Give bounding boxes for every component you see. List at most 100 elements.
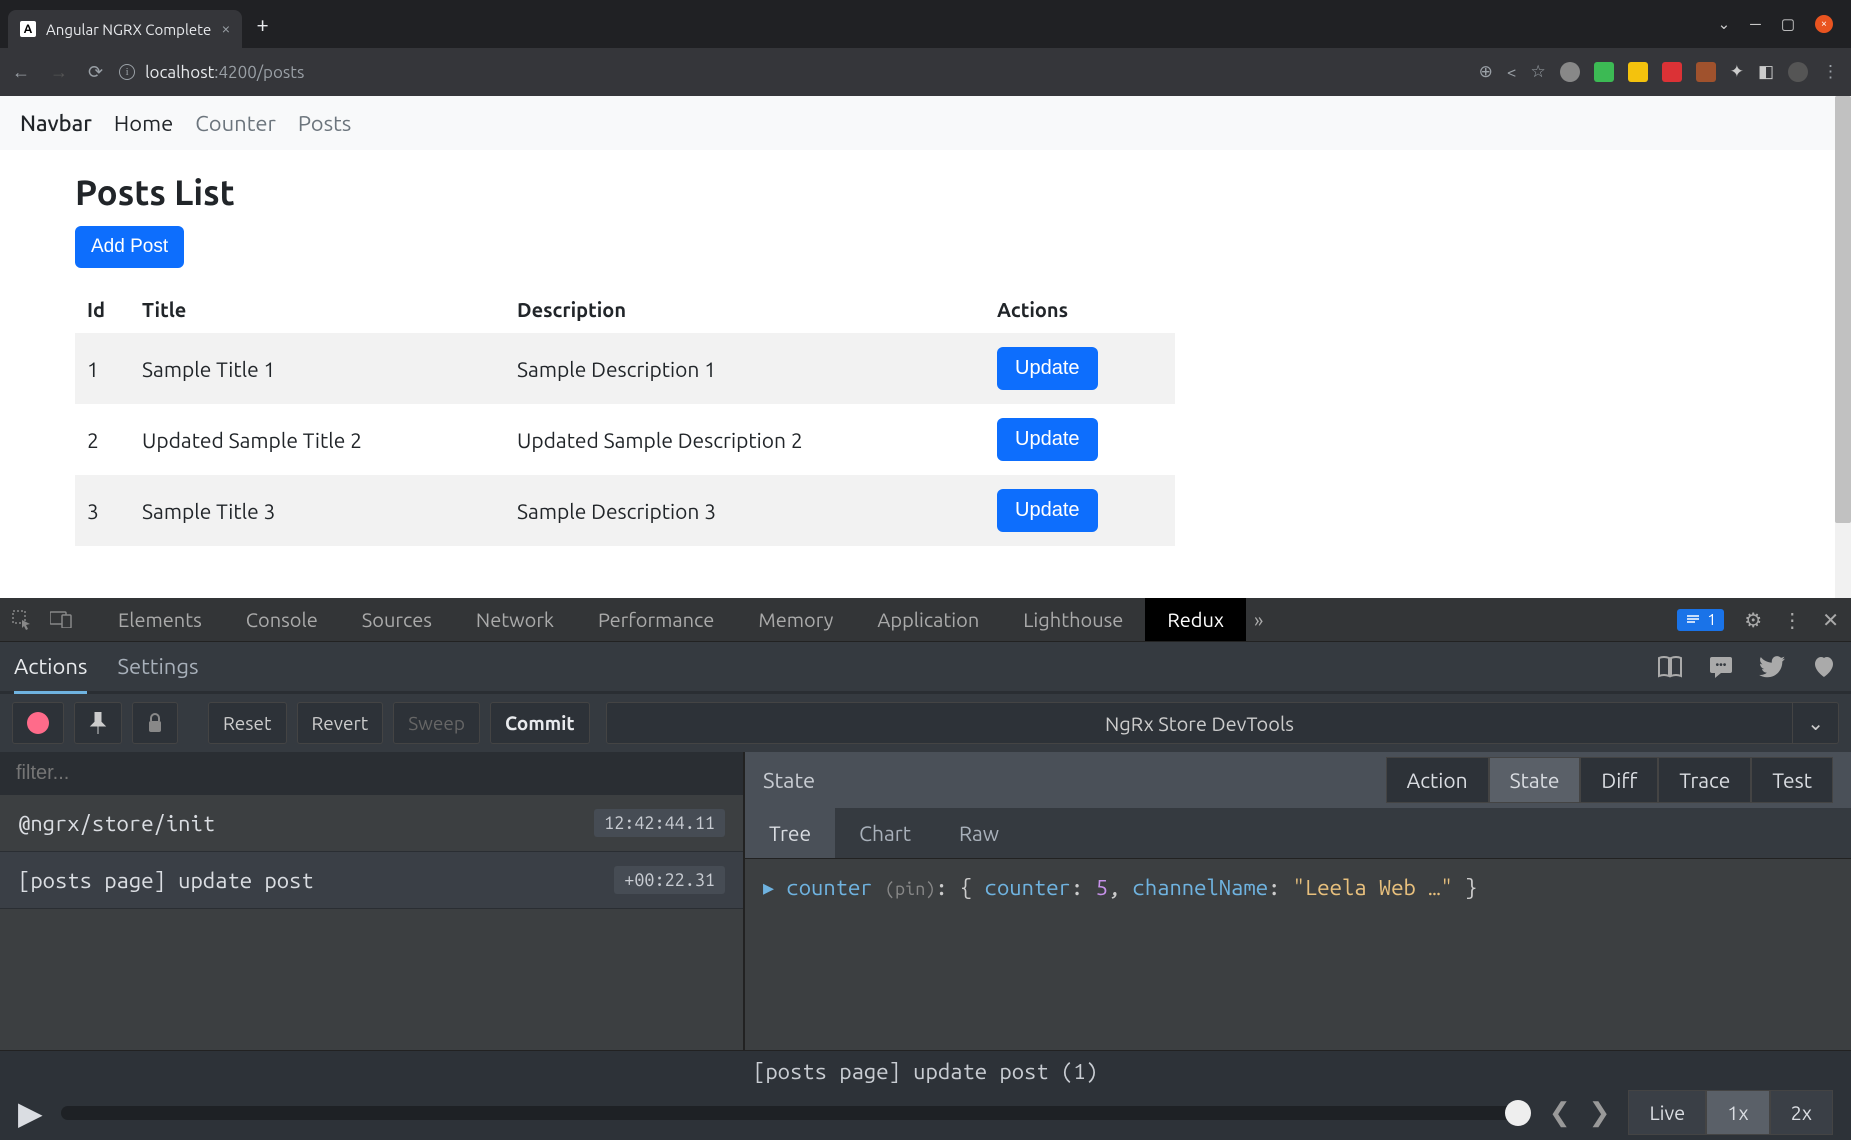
view-tab-trace[interactable]: Trace: [1658, 757, 1751, 803]
cell-description: Sample Description 1: [505, 333, 985, 404]
action-row[interactable]: [posts page] update post +00:22.31: [0, 852, 743, 909]
extension-icon-3[interactable]: [1628, 62, 1648, 82]
record-button[interactable]: [12, 702, 64, 744]
twitter-icon[interactable]: [1759, 656, 1785, 678]
url-host: localhost: [145, 63, 214, 82]
play-button[interactable]: ▶: [18, 1094, 43, 1132]
feedback-icon[interactable]: •••: [1709, 656, 1733, 678]
sub-tab-raw[interactable]: Raw: [935, 808, 1023, 858]
sub-tab-chart[interactable]: Chart: [835, 808, 935, 858]
extension-icon-4[interactable]: [1662, 62, 1682, 82]
th-title: Title: [130, 286, 505, 333]
devtools-menu-icon[interactable]: ⋮: [1782, 608, 1802, 632]
state-title: State: [763, 768, 815, 793]
devtools-tab-console[interactable]: Console: [224, 598, 340, 641]
devtools-tab-redux[interactable]: Redux: [1145, 598, 1246, 641]
profile-avatar[interactable]: [1788, 62, 1808, 82]
nav-link-counter[interactable]: Counter: [195, 111, 276, 136]
devtools-tab-network[interactable]: Network: [454, 598, 576, 641]
view-tab-test[interactable]: Test: [1751, 757, 1833, 803]
nav-link-posts[interactable]: Posts: [298, 111, 352, 136]
speed-1x[interactable]: 1x: [1706, 1090, 1769, 1135]
action-time: 12:42:44.11: [594, 809, 725, 837]
inspect-icon[interactable]: [12, 610, 32, 630]
view-tab-diff[interactable]: Diff: [1580, 757, 1658, 803]
slider-label: [posts page] update post (1): [0, 1051, 1851, 1084]
site-info-icon[interactable]: i: [119, 64, 135, 80]
devtools-tab-performance[interactable]: Performance: [576, 598, 736, 641]
page-title: Posts List: [75, 172, 1776, 212]
state-tree[interactable]: ▸ counter (pin): { counter: 5, channelNa…: [745, 858, 1851, 917]
tree-key: counter: [786, 875, 872, 900]
cell-title: Sample Title 1: [130, 333, 505, 404]
action-name: @ngrx/store/init: [18, 811, 215, 836]
lock-button[interactable]: [132, 702, 178, 744]
reload-icon[interactable]: ⟳: [88, 62, 103, 83]
reset-button[interactable]: Reset: [208, 702, 287, 744]
devtools-more-tabs[interactable]: »: [1254, 608, 1263, 631]
extension-icon-5[interactable]: [1696, 62, 1716, 82]
maximize-icon[interactable]: ▢: [1781, 15, 1795, 33]
commit-button[interactable]: Commit: [490, 702, 590, 744]
revert-button[interactable]: Revert: [297, 702, 384, 744]
app-navbar: Navbar Home Counter Posts: [0, 96, 1851, 150]
device-toggle-icon[interactable]: [50, 610, 72, 630]
devtools-tab-lighthouse[interactable]: Lighthouse: [1001, 598, 1145, 641]
speed-2x[interactable]: 2x: [1770, 1090, 1833, 1135]
issues-badge[interactable]: 1: [1677, 609, 1724, 631]
speed-live[interactable]: Live: [1628, 1090, 1706, 1135]
extension-icon-1[interactable]: [1560, 62, 1580, 82]
browser-tab[interactable]: A Angular NGRX Complete ×: [8, 10, 242, 48]
devtools: ElementsConsoleSourcesNetworkPerformance…: [0, 598, 1851, 1140]
docs-icon[interactable]: [1657, 656, 1683, 678]
window-controls: ⌄ ─ ▢ ×: [1718, 15, 1843, 33]
add-post-button[interactable]: Add Post: [75, 226, 184, 268]
minimize-icon[interactable]: ─: [1750, 15, 1761, 33]
slider-thumb[interactable]: [1505, 1100, 1531, 1126]
url-box[interactable]: i localhost:4200/posts: [119, 63, 304, 82]
step-back-icon[interactable]: ❮: [1549, 1097, 1571, 1128]
sweep-button[interactable]: Sweep: [393, 702, 480, 744]
menu-icon[interactable]: ⋮: [1822, 62, 1839, 82]
panel-icon[interactable]: ◧: [1758, 62, 1774, 82]
pin-label[interactable]: (pin): [885, 879, 935, 899]
nav-link-home[interactable]: Home: [114, 111, 173, 136]
devtools-tab-sources[interactable]: Sources: [340, 598, 454, 641]
pin-button[interactable]: [74, 702, 122, 744]
sub-tab-tree[interactable]: Tree: [745, 808, 835, 858]
redux-tab-actions[interactable]: Actions: [14, 642, 87, 694]
settings-icon[interactable]: ⚙: [1744, 608, 1762, 632]
cell-description: Updated Sample Description 2: [505, 404, 985, 475]
redux-tab-settings[interactable]: Settings: [117, 642, 198, 691]
view-tab-state[interactable]: State: [1489, 757, 1581, 803]
extension-icon-2[interactable]: [1594, 62, 1614, 82]
step-forward-icon[interactable]: ❯: [1589, 1097, 1611, 1128]
devtools-tab-memory[interactable]: Memory: [736, 598, 855, 641]
bookmark-icon[interactable]: ☆: [1530, 62, 1545, 82]
window-close-icon[interactable]: ×: [1815, 15, 1833, 33]
close-tab-icon[interactable]: ×: [221, 20, 230, 38]
chevron-down-icon[interactable]: ⌄: [1718, 15, 1731, 33]
share-icon[interactable]: <: [1507, 63, 1517, 82]
filter-input[interactable]: [0, 752, 743, 795]
devtools-close-icon[interactable]: ✕: [1822, 608, 1839, 632]
devtools-tab-application[interactable]: Application: [855, 598, 1001, 641]
action-name: [posts page] update post: [18, 868, 314, 893]
support-icon[interactable]: [1811, 656, 1837, 678]
forward-icon[interactable]: →: [50, 62, 68, 83]
update-button[interactable]: Update: [997, 347, 1098, 390]
new-tab-button[interactable]: +: [256, 12, 268, 37]
devtools-tab-elements[interactable]: Elements: [96, 598, 224, 641]
action-row[interactable]: @ngrx/store/init 12:42:44.11: [0, 795, 743, 852]
update-button[interactable]: Update: [997, 418, 1098, 461]
update-button[interactable]: Update: [997, 489, 1098, 532]
view-tab-action[interactable]: Action: [1386, 757, 1489, 803]
time-slider[interactable]: [61, 1106, 1531, 1120]
page-scrollbar[interactable]: [1835, 96, 1851, 598]
back-icon[interactable]: ←: [12, 62, 30, 83]
zoom-icon[interactable]: ⊕: [1479, 62, 1493, 82]
expand-arrow-icon[interactable]: ▸: [763, 875, 774, 900]
extensions-icon[interactable]: ✦: [1730, 62, 1744, 82]
instance-selector[interactable]: NgRx Store DevTools ⌄: [606, 702, 1839, 744]
cell-id: 2: [75, 404, 130, 475]
